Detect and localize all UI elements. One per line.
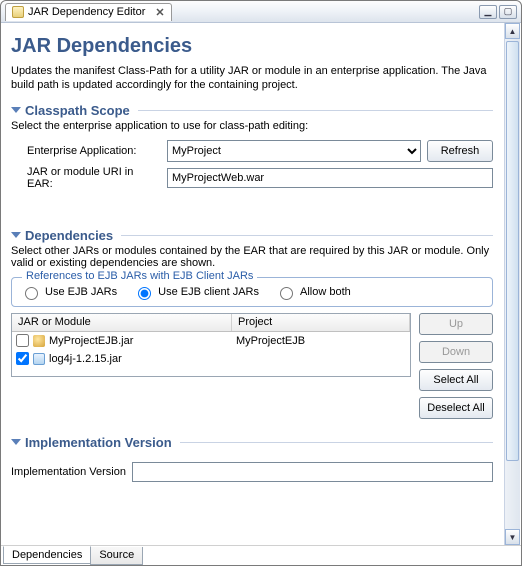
radio-use-ejb-client-jars[interactable]: Use EJB client JARs bbox=[133, 284, 259, 300]
row-jar-name: MyProjectEJB.jar bbox=[49, 335, 133, 347]
table-header-project[interactable]: Project bbox=[232, 314, 410, 331]
row-jar-name: log4j-1.2.15.jar bbox=[49, 353, 122, 365]
enterprise-application-label: Enterprise Application: bbox=[27, 145, 161, 157]
page-description: Updates the manifest Class-Path for a ut… bbox=[11, 64, 493, 93]
section-rule bbox=[180, 442, 493, 443]
window-controls: ▁ ▢ bbox=[479, 5, 517, 19]
deselect-all-button[interactable]: Deselect All bbox=[419, 397, 493, 419]
close-icon[interactable]: ✕ bbox=[155, 6, 164, 19]
table-row[interactable]: MyProjectEJB.jar MyProjectEJB bbox=[12, 332, 410, 350]
radio-use-ejb-client-jars-input[interactable] bbox=[138, 287, 151, 300]
minimize-button[interactable]: ▁ bbox=[479, 5, 497, 19]
up-button[interactable]: Up bbox=[419, 313, 493, 335]
radio-allow-both-input[interactable] bbox=[280, 287, 293, 300]
radio-use-ejb-jars[interactable]: Use EJB JARs bbox=[20, 284, 117, 300]
table-header-jar[interactable]: JAR or Module bbox=[12, 314, 232, 331]
editor-tab-label: JAR Dependency Editor bbox=[28, 6, 145, 18]
section-title-classpath-scope: Classpath Scope bbox=[25, 103, 130, 118]
jar-icon bbox=[12, 6, 24, 18]
tab-source[interactable]: Source bbox=[90, 547, 143, 565]
section-rule bbox=[121, 235, 493, 236]
ejb-jar-icon bbox=[33, 335, 45, 347]
jar-uri-label: JAR or module URI in EAR: bbox=[27, 166, 161, 190]
row-checkbox[interactable] bbox=[16, 352, 29, 365]
row-checkbox[interactable] bbox=[16, 334, 29, 347]
classpath-scope-description: Select the enterprise application to use… bbox=[11, 120, 493, 132]
table-row[interactable]: log4j-1.2.15.jar bbox=[12, 350, 410, 368]
section-header-classpath-scope[interactable]: Classpath Scope bbox=[11, 103, 493, 118]
section-header-implementation-version[interactable]: Implementation Version bbox=[11, 435, 493, 450]
implementation-version-input[interactable] bbox=[132, 462, 493, 482]
section-header-dependencies[interactable]: Dependencies bbox=[11, 228, 493, 243]
radio-allow-both[interactable]: Allow both bbox=[275, 284, 351, 300]
jar-file-icon bbox=[33, 353, 45, 365]
dependencies-description: Select other JARs or modules contained b… bbox=[11, 245, 493, 269]
editor-tab[interactable]: JAR Dependency Editor ✕ bbox=[5, 3, 172, 21]
chevron-down-icon[interactable] bbox=[11, 439, 21, 445]
refresh-button[interactable]: Refresh bbox=[427, 140, 493, 162]
implementation-version-label: Implementation Version bbox=[11, 466, 126, 478]
section-title-implementation-version: Implementation Version bbox=[25, 435, 172, 450]
ejb-groupbox-title: References to EJB JARs with EJB Client J… bbox=[22, 270, 257, 282]
down-button[interactable]: Down bbox=[419, 341, 493, 363]
tab-dependencies[interactable]: Dependencies bbox=[3, 546, 91, 564]
jar-uri-input[interactable] bbox=[167, 168, 493, 188]
dependencies-table[interactable]: JAR or Module Project MyProjectEJB.jar M… bbox=[11, 313, 411, 377]
window-titlebar: JAR Dependency Editor ✕ ▁ ▢ bbox=[1, 1, 521, 23]
maximize-button[interactable]: ▢ bbox=[499, 5, 517, 19]
bottom-tab-bar: Dependencies Source bbox=[1, 545, 521, 565]
page-title: JAR Dependencies bbox=[11, 35, 493, 58]
select-all-button[interactable]: Select All bbox=[419, 369, 493, 391]
radio-use-ejb-jars-input[interactable] bbox=[25, 287, 38, 300]
section-title-dependencies: Dependencies bbox=[25, 228, 113, 243]
ejb-reference-groupbox: References to EJB JARs with EJB Client J… bbox=[11, 277, 493, 307]
chevron-down-icon[interactable] bbox=[11, 232, 21, 238]
section-rule bbox=[138, 110, 493, 111]
chevron-down-icon[interactable] bbox=[11, 107, 21, 113]
enterprise-application-combo[interactable]: MyProject bbox=[167, 140, 421, 162]
row-project: MyProjectEJB bbox=[232, 335, 410, 347]
